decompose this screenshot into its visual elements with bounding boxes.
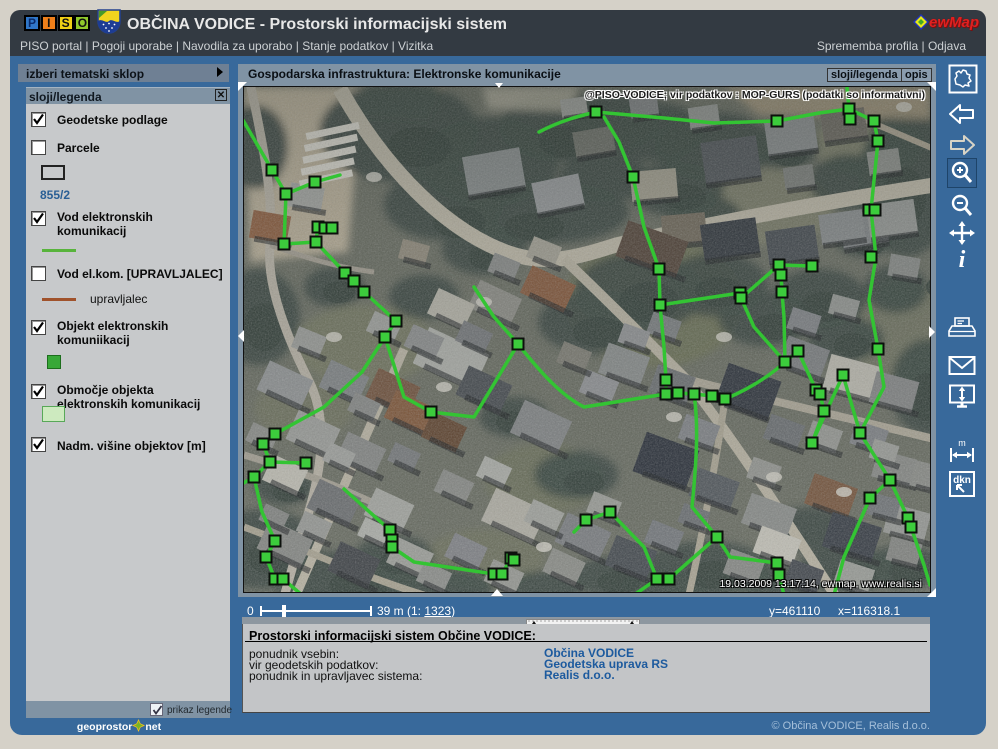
svg-text:m: m [958, 438, 966, 448]
